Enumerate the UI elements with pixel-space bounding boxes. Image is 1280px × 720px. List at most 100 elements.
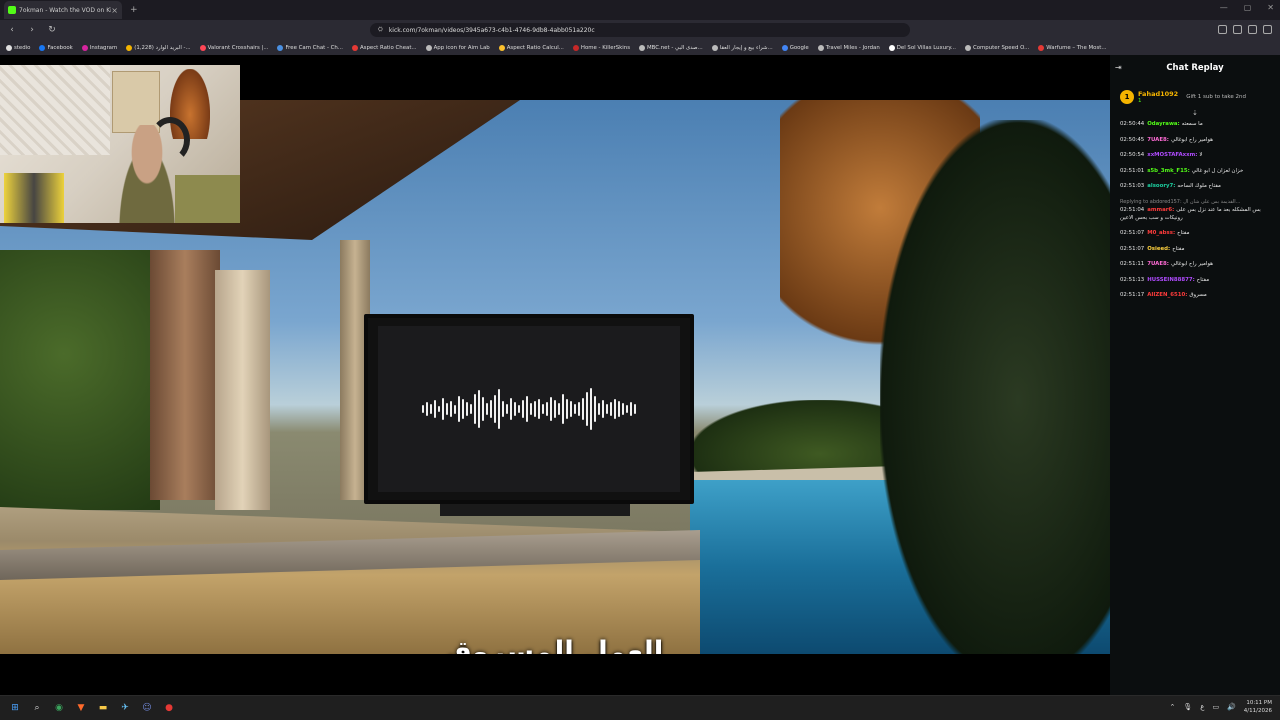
waveform-bar [586, 392, 588, 426]
message-timestamp: 02:51:04 [1120, 207, 1145, 213]
volume-icon[interactable]: 🔊 [1227, 703, 1236, 711]
message-username[interactable]: alsoory7: [1147, 183, 1175, 189]
waveform-bar [626, 405, 628, 413]
microphone-icon[interactable]: 🎙 [1183, 703, 1192, 711]
steam-icon[interactable]: ✈ [118, 701, 132, 715]
message-username[interactable]: ammar6: [1147, 207, 1174, 213]
waveform-bar [594, 396, 596, 422]
chat-message[interactable]: 02:51:13 HUSSEIN88877: مفتاح [1120, 277, 1272, 285]
bookmark-item[interactable]: Home - KillerSkins [572, 44, 630, 51]
menu-icon[interactable] [1263, 25, 1272, 34]
message-username[interactable]: HUSSEIN88877: [1147, 277, 1195, 283]
message-username[interactable]: s5b_3mk_F15: [1147, 168, 1190, 174]
bookmark-label: App icon for Aim Lab [433, 44, 490, 51]
minimize-icon[interactable]: — [1220, 3, 1228, 12]
discord-icon[interactable]: ☺ [140, 701, 154, 715]
windows-start-icon[interactable]: ⊞ [8, 701, 22, 715]
message-username[interactable]: 7UAE8: [1147, 137, 1169, 143]
tab-close-icon[interactable]: × [111, 6, 118, 15]
bookmark-item[interactable]: Del Sol Villas Luxury... [888, 44, 956, 51]
chat-message[interactable]: 02:50:45 7UAE8: هوامير راح ابوغالي [1120, 137, 1272, 145]
collapse-chat-icon[interactable]: ⇥ [1115, 63, 1122, 72]
message-timestamp: 02:51:01 [1120, 167, 1145, 174]
gift-count: 1 [1138, 98, 1142, 104]
chat-message[interactable]: 02:51:11 7UAE8: هوامير راح ابوغالي [1120, 261, 1272, 269]
browser-tab[interactable]: 7okman - Watch the VOD on Kick × [4, 1, 122, 19]
message-username[interactable]: xxMOSTAFAxxm: [1147, 152, 1197, 158]
bookmark-label: Instagram [89, 44, 118, 51]
brave-icon[interactable]: ▼ [74, 701, 88, 715]
bookmark-item[interactable]: Warfume – The Most... [1038, 44, 1107, 51]
bookmark-item[interactable]: stedio [6, 44, 30, 51]
chat-message[interactable]: 02:50:44 Odayrawa: ما سمعته [1120, 121, 1272, 129]
clock[interactable]: 10:11 PM 4/11/2026 [1244, 699, 1272, 715]
tv-display [378, 326, 680, 492]
palm-plant [880, 120, 1110, 654]
waveform-bar [442, 398, 444, 420]
bookmark-item[interactable]: Facebook [39, 44, 73, 51]
bookmark-item[interactable]: MBC.net - صدى البي... [639, 44, 703, 51]
sidebar-icon[interactable] [1233, 25, 1242, 34]
bookmark-item[interactable]: Aspect Ratio Calcul... [498, 44, 564, 51]
url-field[interactable]: ⛭ kick.com/7okman/videos/3945a673-c4b1-4… [370, 23, 910, 37]
chat-message[interactable]: 02:51:17 AIIZEN_6510: مسروق [1120, 292, 1272, 300]
site-info-icon[interactable]: ⛭ [378, 26, 383, 34]
waveform-bar [546, 402, 548, 416]
waveform-bar [610, 402, 612, 416]
extension-icon[interactable] [1218, 25, 1227, 34]
chat-message[interactable]: Replying to abdored157: القديمة بس على ش… [1120, 199, 1272, 223]
chat-message[interactable]: 02:51:03 alsoory7: مفتاح ملوك الساحه [1120, 183, 1272, 191]
file-explorer-icon[interactable]: ▬ [96, 701, 110, 715]
date: 4/11/2026 [1243, 708, 1272, 714]
chat-message[interactable]: 02:51:07 M0_abss: مفتاح [1120, 230, 1272, 238]
waveform-bar [482, 397, 484, 421]
app-icon[interactable]: ● [162, 701, 176, 715]
forward-icon[interactable]: › [24, 25, 40, 35]
pinned-gift[interactable]: 1 Fahad1092 1 Gift 1 sub to take 2nd [1120, 85, 1270, 109]
back-icon[interactable]: ‹ [4, 25, 20, 35]
chat-message[interactable]: 02:51:07 Osieed: مفتاح [1120, 246, 1272, 254]
maximize-icon[interactable]: ▢ [1244, 3, 1252, 12]
message-username[interactable]: AIIZEN_6510: [1147, 292, 1187, 298]
bookmark-item[interactable]: Aspect Ratio Cheat... [351, 44, 417, 51]
message-timestamp: 02:50:54 [1120, 152, 1145, 158]
search-icon[interactable]: ⌕ [30, 701, 44, 715]
bookmark-item[interactable]: Computer Speed O... [964, 44, 1029, 51]
bookmark-label: Del Sol Villas Luxury... [896, 44, 956, 51]
message-username[interactable]: 7UAE8: [1147, 261, 1169, 267]
bookmark-item[interactable]: شراء بيع و إيجار العقا... [711, 44, 773, 51]
chat-message[interactable]: 02:50:54 xxMOSTAFAxxm: لا [1120, 152, 1272, 160]
bookmark-item[interactable]: Travel Miles - Jordan [817, 44, 880, 51]
wallet-icon[interactable] [1248, 25, 1257, 34]
waveform-bar [570, 401, 572, 417]
message-timestamp: 02:51:13 [1120, 276, 1145, 283]
hedge [0, 250, 160, 510]
bookmark-item[interactable]: Free Cam Chat - Ch... [277, 44, 343, 51]
waveform-bar [526, 396, 528, 422]
bookmark-item[interactable]: Google [781, 44, 809, 51]
poster [112, 71, 160, 133]
new-tab-button[interactable]: + [130, 5, 138, 15]
bookmarks-bar: stedio Facebook Instagram (1,228) البريد ال… [0, 40, 1280, 55]
message-username[interactable]: Odayrawa: [1147, 121, 1180, 127]
gifter-name[interactable]: Fahad1092 [1138, 90, 1178, 98]
bookmark-item[interactable]: App icon for Aim Lab [425, 44, 490, 51]
bookmark-item[interactable]: (1,228) البريد الوارد -... [126, 44, 191, 51]
bookmark-item[interactable]: Instagram [81, 44, 118, 51]
waveform-bar [530, 403, 532, 415]
chrome-icon[interactable]: ◉ [52, 701, 66, 715]
chat-message[interactable]: 02:51:01 s5b_3mk_F15: خزان لعزان ل ابو غال… [1120, 168, 1272, 176]
url-text: kick.com/7okman/videos/3945a673-c4b1-474… [388, 26, 595, 34]
language-icon[interactable]: ع [1200, 703, 1204, 711]
reload-icon[interactable]: ↻ [44, 25, 60, 35]
show-hidden-icons[interactable]: ⌃ [1170, 703, 1176, 711]
close-window-icon[interactable]: ✕ [1267, 3, 1274, 12]
bookmark-favicon-icon [888, 44, 895, 51]
message-username[interactable]: M0_abss: [1147, 230, 1175, 236]
bookmark-item[interactable]: Valorant Crosshairs |... [199, 44, 268, 51]
message-username[interactable]: Osieed: [1147, 246, 1170, 252]
network-icon[interactable]: ▭ [1212, 703, 1219, 711]
bookmark-favicon-icon [39, 44, 46, 51]
scroll-down-icon[interactable]: ⇣ [1110, 109, 1280, 119]
bookmark-favicon-icon [81, 44, 88, 51]
